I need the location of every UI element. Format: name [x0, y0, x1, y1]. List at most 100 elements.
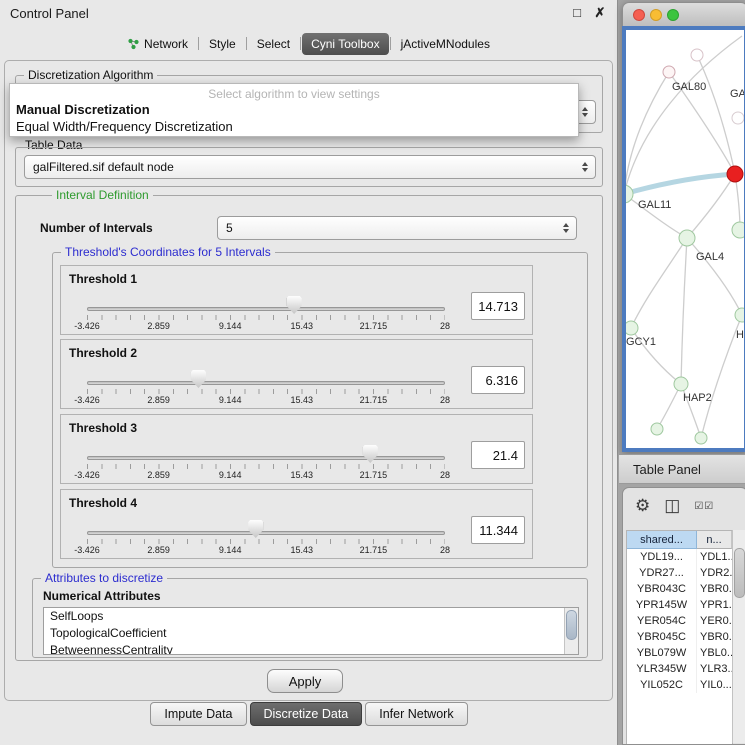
network-node[interactable]	[727, 166, 743, 182]
popup-item-equal-width-frequency[interactable]: Equal Width/Frequency Discretization	[10, 118, 578, 135]
table-cell[interactable]: YER0...	[697, 613, 732, 629]
minimize-traffic-light-icon[interactable]	[650, 9, 662, 21]
table-row[interactable]: YBR045CYBR0...	[627, 629, 732, 645]
tick-label: 21.715	[360, 545, 388, 555]
slider-track[interactable]	[87, 307, 445, 311]
threshold-4-value-field[interactable]	[471, 516, 525, 544]
slider-track[interactable]	[87, 381, 445, 385]
network-node[interactable]	[732, 222, 744, 238]
column-header[interactable]: n...	[697, 531, 732, 549]
tab-impute-data[interactable]: Impute Data	[150, 702, 246, 726]
network-node[interactable]	[679, 230, 695, 246]
attribute-list-item[interactable]: SelfLoops	[44, 608, 565, 625]
select-columns-icon[interactable]: ☑☑	[694, 501, 714, 512]
stepper-icon	[578, 156, 592, 178]
table-cell[interactable]: YBR045C	[627, 629, 697, 645]
threshold-label: Threshold 4	[69, 496, 137, 510]
table-row[interactable]: YLR345WYLR3...	[627, 661, 732, 677]
table-row[interactable]: YDR27...YDR2...	[627, 565, 732, 581]
tab-cyni-toolbox[interactable]: Cyni Toolbox	[302, 33, 388, 55]
table-cell[interactable]: YBR0...	[697, 581, 732, 597]
table-cell[interactable]: YPR1...	[697, 597, 732, 613]
columns-icon[interactable]: ◫	[664, 496, 680, 516]
popup-item-manual-discretization[interactable]: Manual Discretization	[10, 101, 578, 118]
slider-track[interactable]	[87, 531, 445, 535]
threshold-4-slider[interactable]: -3.4262.8599.14415.4321.71528	[87, 518, 445, 558]
table-row[interactable]: YDL19...YDL1...	[627, 549, 732, 565]
table-cell[interactable]: YDR27...	[627, 565, 697, 581]
threshold-1-slider[interactable]: -3.4262.8599.14415.4321.71528	[87, 294, 445, 334]
tab-jactivemnodules[interactable]: jActiveMNodules	[392, 33, 499, 55]
tab-select[interactable]: Select	[248, 33, 299, 55]
table-cell[interactable]: YBR0...	[697, 629, 732, 645]
list-scrollbar-thumb[interactable]	[566, 610, 577, 640]
table-row[interactable]: YBL079WYBL0...	[627, 645, 732, 661]
list-scrollbar[interactable]	[564, 608, 578, 654]
threshold-3-value-field[interactable]	[471, 441, 525, 469]
table-cell[interactable]: YIL052C	[627, 677, 697, 693]
table-row[interactable]: YER054CYER0...	[627, 613, 732, 629]
tick-label: -3.426	[74, 321, 100, 331]
table-cell[interactable]: YDL1...	[697, 549, 732, 565]
close-window-icon[interactable]: ✗	[593, 5, 607, 21]
network-canvas[interactable]: GAL80GAGAL11GAL4GCY1HHAP2	[622, 26, 745, 452]
node-attribute-table: shared...n... YDL19...YDL1...YDR27...YDR…	[626, 530, 733, 744]
network-window-titlebar[interactable]	[622, 2, 745, 26]
network-node[interactable]	[735, 308, 744, 322]
tick-label: 15.43	[291, 321, 314, 331]
table-cell[interactable]: YBR043C	[627, 581, 697, 597]
group-title: Interval Definition	[52, 188, 153, 203]
threshold-4-box: Threshold 4 -3.4262.8599.14415.4321.7152…	[60, 489, 533, 559]
table-cell[interactable]: YDL19...	[627, 549, 697, 565]
table-cell[interactable]: YBL079W	[627, 645, 697, 661]
slider-thumb[interactable]	[363, 445, 378, 463]
tab-discretize-data[interactable]: Discretize Data	[250, 702, 363, 726]
slider-thumb[interactable]	[287, 296, 302, 314]
tab-divider	[198, 37, 199, 50]
table-cell[interactable]: YIL0...	[697, 677, 732, 693]
table-row[interactable]: YBR043CYBR0...	[627, 581, 732, 597]
slider-thumb[interactable]	[191, 370, 206, 388]
node-label: GAL80	[672, 81, 706, 93]
apply-button[interactable]: Apply	[267, 669, 343, 693]
attribute-list-item[interactable]: BetweennessCentrality	[44, 642, 565, 654]
tab-network[interactable]: Network	[118, 33, 197, 55]
table-cell[interactable]: YDR2...	[697, 565, 732, 581]
network-node[interactable]	[674, 377, 688, 391]
float-window-icon[interactable]: □	[570, 5, 584, 21]
table-cell[interactable]: YER054C	[627, 613, 697, 629]
tick-label: 2.859	[147, 545, 170, 555]
close-traffic-light-icon[interactable]	[633, 9, 645, 21]
table-scrollbar[interactable]	[732, 530, 745, 743]
tick-label: 9.144	[219, 545, 242, 555]
tab-infer-network[interactable]: Infer Network	[365, 702, 467, 726]
control-panel-titlebar[interactable]: Control Panel □ ✗	[0, 0, 617, 28]
tab-style[interactable]: Style	[200, 33, 245, 55]
slider-thumb[interactable]	[248, 520, 263, 538]
list-items: SelfLoopsTopologicalCoefficientBetweenne…	[44, 608, 565, 654]
gear-icon[interactable]: ⚙	[635, 496, 650, 516]
table-data-combo[interactable]: galFiltered.sif default node	[24, 155, 596, 179]
table-cell[interactable]: YBL0...	[697, 645, 732, 661]
threshold-2-slider[interactable]: -3.4262.8599.14415.4321.71528	[87, 368, 445, 408]
table-cell[interactable]: YLR3...	[697, 661, 732, 677]
table-row[interactable]: YPR145WYPR1...	[627, 597, 732, 613]
network-node[interactable]	[695, 432, 707, 444]
table-cell[interactable]: YPR145W	[627, 597, 697, 613]
slider-track[interactable]	[87, 456, 445, 460]
column-header[interactable]: shared...	[627, 531, 697, 549]
network-node[interactable]	[663, 66, 675, 78]
number-of-intervals-combo[interactable]: 5	[217, 216, 577, 240]
network-node[interactable]	[651, 423, 663, 435]
attribute-list-item[interactable]: TopologicalCoefficient	[44, 625, 565, 642]
threshold-3-slider[interactable]: -3.4262.8599.14415.4321.71528	[87, 443, 445, 483]
network-node[interactable]	[626, 321, 638, 335]
zoom-traffic-light-icon[interactable]	[667, 9, 679, 21]
network-node[interactable]	[691, 49, 703, 61]
threshold-2-value-field[interactable]	[471, 366, 525, 394]
table-row[interactable]: YIL052CYIL0...	[627, 677, 732, 693]
table-cell[interactable]: YLR345W	[627, 661, 697, 677]
threshold-1-value-field[interactable]	[471, 292, 525, 320]
network-node[interactable]	[732, 112, 744, 124]
table-scrollbar-thumb[interactable]	[734, 548, 745, 598]
